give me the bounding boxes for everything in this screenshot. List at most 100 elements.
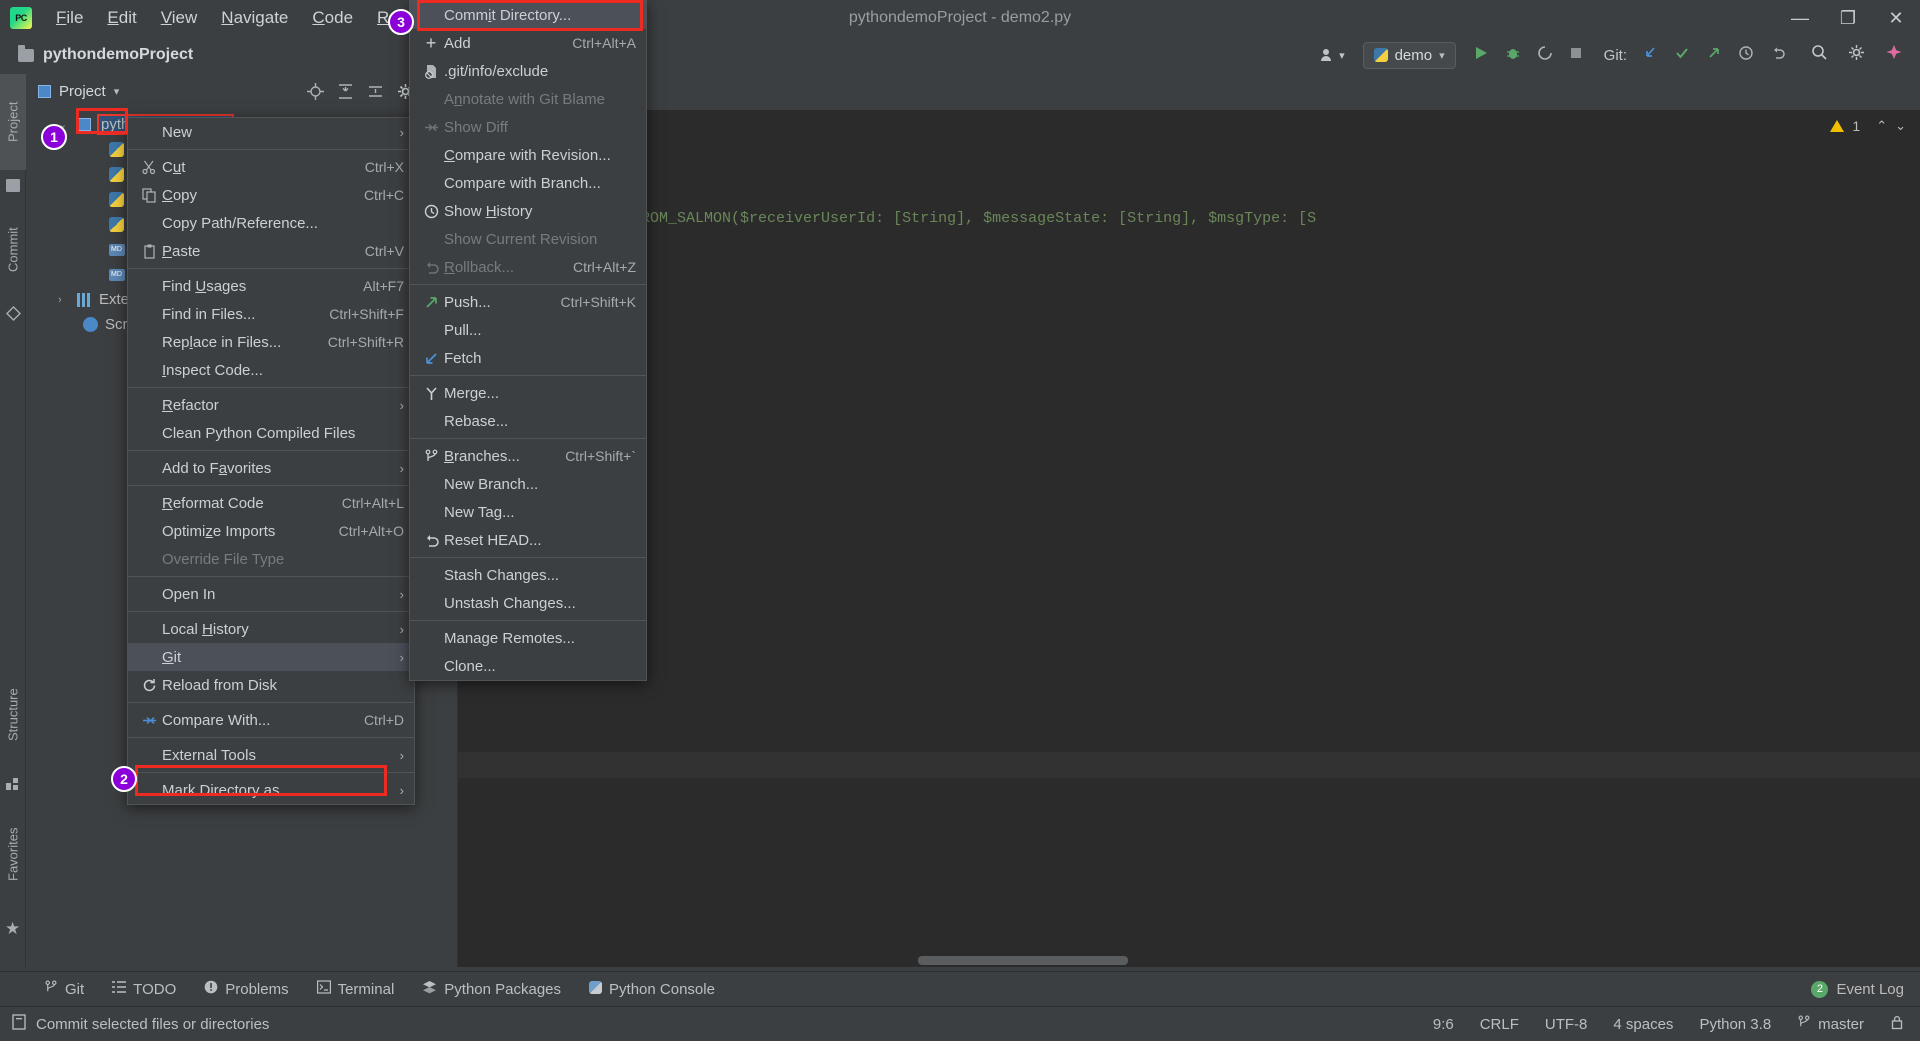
git-submenu-show-history-item[interactable]: Show History — [410, 197, 646, 225]
git-submenu-fetch-item[interactable]: Fetch — [410, 344, 646, 372]
search-icon[interactable] — [1795, 44, 1837, 66]
menu-item-open-in[interactable]: Open In › — [128, 580, 414, 608]
menu-item-copy[interactable]: Copy Ctrl+C — [128, 181, 414, 209]
editor-tab-bar[interactable] — [458, 74, 1920, 110]
code-content[interactable]: UERY_MESSAGE_LIST_FROM_SALMON($receiverU… — [458, 154, 1920, 927]
git-submenu-branches-item[interactable]: Branches... Ctrl+Shift+` — [410, 442, 646, 470]
context-menu-git-item[interactable]: Git › — [128, 643, 414, 671]
git-submenu[interactable]: Commit Directory... + Add Ctrl+Alt+A .gi… — [409, 0, 647, 681]
line-separator[interactable]: CRLF — [1480, 1016, 1519, 1033]
history-icon[interactable] — [1731, 45, 1761, 66]
git-submenu-rebase-item[interactable]: Rebase... — [410, 407, 646, 435]
tool-window-todo[interactable]: TODO — [98, 972, 190, 1007]
menu-file[interactable]: File — [44, 4, 95, 32]
status-indicators[interactable]: 9:6 CRLF UTF-8 4 spaces Python 3.8 maste… — [1433, 1015, 1920, 1034]
chevron-down-icon[interactable]: ⌄ — [1895, 118, 1906, 134]
menu-item-cut[interactable]: Cut Ctrl+X — [128, 153, 414, 181]
menu-item-add-to-favorites[interactable]: Add to Favorites › — [128, 454, 414, 482]
debug-button[interactable] — [1498, 45, 1528, 66]
menu-item-find-in-files[interactable]: Find in Files... Ctrl+Shift+F — [128, 300, 414, 328]
menu-view[interactable]: View — [149, 4, 210, 32]
sidebar-item-structure[interactable]: Structure — [0, 659, 26, 771]
file-encoding[interactable]: UTF-8 — [1545, 1016, 1588, 1033]
menu-item-mark-directory-as[interactable]: Mark Directory as › — [128, 776, 414, 804]
git-submenu-push-item[interactable]: Push... Ctrl+Shift+K — [410, 288, 646, 316]
menu-item-compare-with[interactable]: Compare With... Ctrl+D — [128, 706, 414, 734]
account-icon[interactable]: ▾ — [1311, 47, 1353, 63]
git-update-icon[interactable] — [1635, 45, 1665, 66]
menu-code[interactable]: Code — [300, 4, 365, 32]
git-submenu-compare-with-branch-item[interactable]: Compare with Branch... — [410, 169, 646, 197]
menu-item-optimize-imports[interactable]: Optimize Imports Ctrl+Alt+O — [128, 517, 414, 545]
close-button[interactable]: ✕ — [1872, 0, 1920, 36]
project-context-menu[interactable]: New › Cut Ctrl+X Copy Ctrl+C Copy Path/R… — [127, 117, 415, 805]
git-submenu-add-item[interactable]: + Add Ctrl+Alt+A — [410, 29, 646, 57]
git-push-icon[interactable] — [1699, 45, 1729, 66]
git-submenu-new-branch-item[interactable]: New Branch... — [410, 470, 646, 498]
menu-item-find-usages[interactable]: Find Usages Alt+F7 — [128, 272, 414, 300]
inspection-widget[interactable]: 1 ⌃ ⌄ — [1830, 118, 1906, 134]
git-submenu-gitignore-exclude-item[interactable]: .git/info/exclude — [410, 57, 646, 85]
git-submenu-unstash-changes-item[interactable]: Unstash Changes... — [410, 589, 646, 617]
menu-item-replace-in-files[interactable]: Replace in Files... Ctrl+Shift+R — [128, 328, 414, 356]
locate-icon[interactable] — [305, 81, 325, 101]
main-toolbar[interactable]: ▾ demo ▾ Git: — [1311, 36, 1912, 74]
git-branch-widget[interactable]: master — [1797, 1015, 1864, 1033]
git-submenu-new-tag-item[interactable]: New Tag... — [410, 498, 646, 526]
horizontal-scrollbar[interactable] — [918, 956, 1128, 965]
git-submenu-merge-item[interactable]: Merge... — [410, 379, 646, 407]
expand-all-icon[interactable] — [335, 81, 355, 101]
lock-icon[interactable] — [1890, 1015, 1904, 1034]
git-submenu-pull-item[interactable]: Pull... — [410, 316, 646, 344]
ide-assistant-icon[interactable] — [1876, 44, 1912, 67]
sidebar-item-commit[interactable]: Commit — [0, 204, 26, 296]
menu-item-external-tools[interactable]: External Tools › — [128, 741, 414, 769]
menu-item-copy-path-reference[interactable]: Copy Path/Reference... — [128, 209, 414, 237]
sidebar-item-project[interactable]: Project — [0, 74, 26, 170]
left-tool-strip[interactable]: Project Commit Structure Favorites ★ — [0, 74, 26, 967]
caret-position[interactable]: 9:6 — [1433, 1016, 1454, 1033]
event-log-widget[interactable]: 2 Event Log — [1811, 980, 1920, 998]
menu-item-clean-python-compiled-files[interactable]: Clean Python Compiled Files — [128, 419, 414, 447]
stop-button[interactable] — [1562, 46, 1590, 65]
gear-icon[interactable] — [1839, 44, 1874, 66]
chevron-down-icon[interactable]: ▾ — [114, 85, 120, 98]
menu-navigate[interactable]: Navigate — [209, 4, 300, 32]
menu-edit[interactable]: Edit — [95, 4, 148, 32]
sidebar-item-favorites[interactable]: Favorites — [0, 799, 26, 909]
tool-window-python-packages[interactable]: Python Packages — [408, 972, 575, 1007]
git-submenu-compare-with-revision-item[interactable]: Compare with Revision... — [410, 141, 646, 169]
tool-window-bar[interactable]: Git TODO Problems Terminal Python Packag… — [0, 971, 1920, 1006]
git-submenu-commit-directory-item[interactable]: Commit Directory... — [410, 1, 646, 29]
maximize-button[interactable]: ❐ — [1824, 0, 1872, 36]
collapse-all-icon[interactable] — [365, 81, 385, 101]
chevron-up-icon[interactable]: ⌃ — [1868, 118, 1887, 134]
menu-item-local-history[interactable]: Local History › — [128, 615, 414, 643]
run-button[interactable] — [1466, 45, 1496, 66]
minimize-button[interactable]: — — [1776, 0, 1824, 36]
git-commit-icon[interactable] — [1667, 45, 1697, 66]
menu-item-paste[interactable]: Paste Ctrl+V — [128, 237, 414, 265]
run-configuration-selector[interactable]: demo ▾ — [1362, 41, 1456, 69]
indent-setting[interactable]: 4 spaces — [1613, 1016, 1673, 1033]
rollback-icon[interactable] — [1763, 45, 1793, 66]
git-submenu-manage-remotes-item[interactable]: Manage Remotes... — [410, 624, 646, 652]
chevron-right-icon[interactable]: › — [58, 294, 70, 306]
python-icon — [1373, 48, 1388, 62]
menu-item-new[interactable]: New › — [128, 118, 414, 146]
tool-window-problems[interactable]: Problems — [190, 972, 302, 1007]
menu-item-refactor[interactable]: Refactor › — [128, 391, 414, 419]
git-submenu-reset-head-item[interactable]: Reset HEAD... — [410, 526, 646, 554]
python-interpreter[interactable]: Python 3.8 — [1699, 1016, 1771, 1033]
git-submenu-stash-changes-item[interactable]: Stash Changes... — [410, 561, 646, 589]
git-submenu-clone-item[interactable]: Clone... — [410, 652, 646, 680]
menu-item-reload-from-disk[interactable]: Reload from Disk — [128, 671, 414, 699]
tool-window-python-console[interactable]: Python Console — [575, 972, 729, 1007]
tool-window-terminal[interactable]: Terminal — [303, 972, 409, 1007]
menu-item-label: New Branch... — [444, 475, 539, 493]
menu-item-reformat-code[interactable]: Reformat Code Ctrl+Alt+L — [128, 489, 414, 517]
window-controls[interactable]: — ❐ ✕ — [1776, 0, 1920, 36]
menu-item-inspect-code[interactable]: Inspect Code... — [128, 356, 414, 384]
run-with-coverage-button[interactable] — [1530, 45, 1560, 66]
tool-window-git[interactable]: Git — [0, 972, 98, 1007]
